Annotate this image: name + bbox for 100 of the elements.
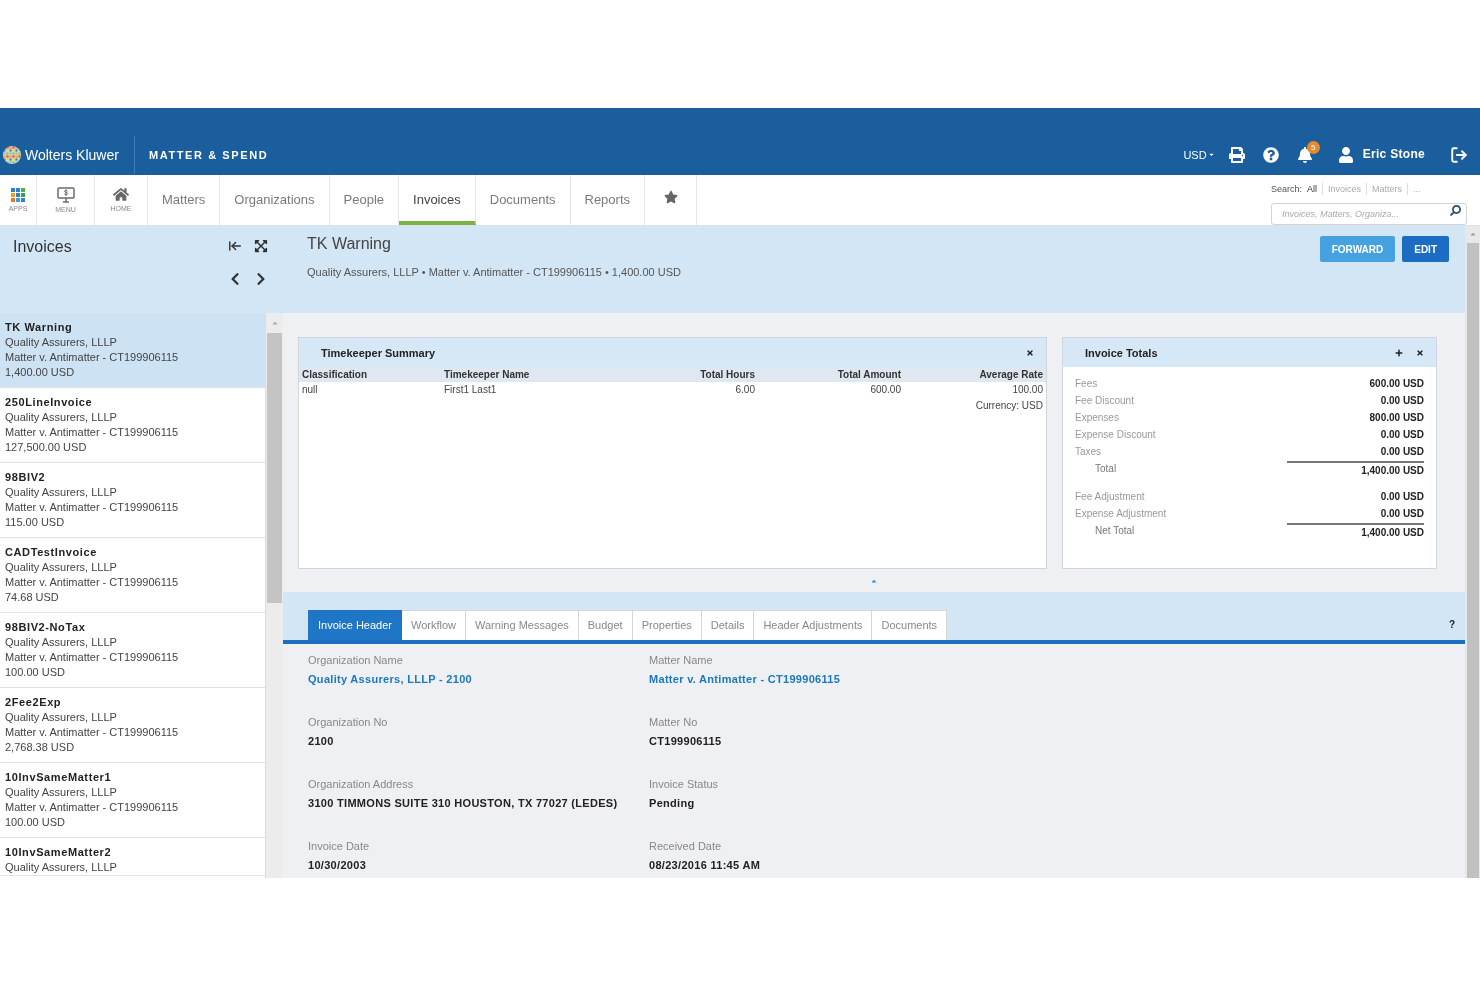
field-value: CT199906115 (649, 734, 722, 748)
total-value: 0.00 USD (1380, 394, 1424, 407)
field-label: Invoice Date (308, 839, 370, 853)
action-button[interactable]: FORWARD (1319, 236, 1396, 262)
invoice-name: CADTestInvoice (5, 545, 97, 560)
table-cell: null (302, 383, 318, 396)
search-icon[interactable] (1450, 205, 1461, 216)
organization-name: Quality Assurers, LLLP (5, 860, 117, 875)
organization-name: Quality Assurers, LLLP (5, 560, 117, 575)
matter-name: Matter v. Antimatter - CT199906115 (5, 425, 179, 440)
user-icon[interactable] (1337, 146, 1354, 163)
matter-name: Matter v. Antimatter - CT199906115 (5, 350, 179, 365)
star-icon (663, 190, 678, 204)
currency-dropdown[interactable]: USD (1183, 147, 1215, 162)
invoice-name: 98BIV2 (5, 470, 46, 485)
field-link[interactable]: Quality Assurers, LLLP - 2100 (308, 672, 472, 686)
total-label: Fee Adjustment (1075, 490, 1145, 503)
column-header: Classification (302, 368, 368, 381)
detail-tab[interactable]: Workflow (402, 610, 467, 640)
organization-name: Quality Assurers, LLLP (5, 710, 117, 725)
action-button[interactable]: EDIT (1402, 236, 1449, 262)
detail-tab[interactable]: Header Adjustments (754, 610, 873, 640)
scrollbar[interactable] (265, 313, 283, 878)
organization-name: Quality Assurers, LLLP (5, 335, 117, 350)
scrollbar[interactable] (1465, 226, 1480, 878)
total-label: Fee Discount (1075, 394, 1134, 407)
help-icon[interactable] (1262, 146, 1279, 163)
column-header: Timekeeper Name (444, 368, 530, 381)
field-link[interactable]: Matter v. Antimatter - CT199906115 (649, 672, 841, 686)
matter-name: Matter v. Antimatter - CT199906115 (5, 650, 179, 665)
next-icon[interactable] (256, 272, 266, 286)
detail-tab[interactable]: Warning Messages (466, 610, 579, 640)
search-scope[interactable]: ... (1407, 183, 1426, 195)
nav-tab[interactable]: Documents (475, 175, 571, 225)
logout-icon[interactable] (1450, 145, 1468, 164)
brand-name: Wolters Kluwer (25, 145, 119, 164)
invoice-name: 2Fee2Exp (5, 695, 62, 710)
panel-title: Timekeeper Summary (321, 345, 436, 360)
search-scope[interactable]: Invoices (1322, 183, 1367, 195)
product-name: MATTER & SPEND (148, 147, 269, 162)
notification-count: 5 (1306, 140, 1320, 154)
detail-tab[interactable]: Documents (872, 610, 948, 640)
total-value: 1,400.00 USD (1287, 522, 1424, 539)
search-scope[interactable]: All (1302, 183, 1323, 195)
nav-tab[interactable]: Matters (148, 175, 221, 225)
expand-icon[interactable] (254, 239, 268, 253)
close-icon[interactable] (1026, 348, 1034, 357)
invoice-name: 98BIV2-NoTax (5, 620, 86, 635)
total-value: 0.00 USD (1380, 445, 1424, 458)
invoice-amount: 100.00 USD (5, 665, 65, 680)
home-icon (113, 187, 129, 202)
detail-tab[interactable]: Details (701, 610, 755, 640)
column-header: Total Hours (700, 368, 755, 381)
detail-tab[interactable]: Budget (578, 610, 633, 640)
bell-icon[interactable] (1296, 146, 1313, 163)
help-link[interactable]: ? (1448, 619, 1455, 631)
nav-tab[interactable]: People (329, 175, 400, 225)
invoice-summary: Quality Assurers, LLLP • Matter v. Antimatter - CT199906115 • 1,400.00 USD (307, 265, 681, 279)
total-label: Expense Adjustment (1075, 507, 1167, 520)
plus-icon[interactable] (1395, 348, 1403, 357)
total-value: 1,400.00 USD (1287, 460, 1424, 477)
search-field[interactable]: Invoices, Matters, Organiza... (1271, 203, 1467, 225)
total-label: Taxes (1075, 445, 1102, 458)
invoice-amount: 2,768.38 USD (5, 740, 75, 755)
search-label: Search: (1271, 183, 1303, 195)
field-value: 10/30/2003 (308, 858, 367, 872)
total-value: 800.00 USD (1369, 411, 1424, 424)
scrollbar-thumb[interactable] (1466, 243, 1479, 878)
organization-name: Quality Assurers, LLLP (5, 485, 117, 500)
invoice-name: 10InvSameMatter2 (5, 845, 112, 860)
invoice-name: TK Warning (5, 320, 73, 335)
close-icon[interactable] (1416, 348, 1424, 357)
field-value: 3100 TIMMONS SUITE 310 HOUSTON, TX 77027 (LEDES) (308, 796, 618, 810)
search-scope[interactable]: Matters (1366, 183, 1408, 195)
table-cell: 100.00 (1012, 383, 1043, 396)
detail-tab[interactable]: Invoice Header (308, 610, 402, 640)
field-label: Matter Name (649, 653, 713, 667)
total-label: Total (1095, 462, 1117, 475)
total-value: 0.00 USD (1380, 428, 1424, 441)
currency-note: Currency: USD (975, 399, 1043, 412)
sidebar-title: Invoices (13, 237, 72, 257)
user-name[interactable]: Eric Stone (1362, 147, 1425, 162)
invoice-amount: 115.00 USD (5, 515, 65, 530)
total-value: 0.00 USD (1380, 490, 1424, 503)
column-header: Average Rate (979, 368, 1043, 381)
print-icon[interactable] (1227, 146, 1246, 163)
collapse-panel-icon[interactable] (228, 239, 242, 253)
matter-name: Matter v. Antimatter - CT199906115 (5, 725, 179, 740)
total-label: Expenses (1075, 411, 1119, 424)
invoice-list-item[interactable]: TK Warning Quality Assurers, LLLP Matter v. Antimatter - CT199906115 1,400.00 USD (0, 313, 265, 388)
scrollbar-thumb[interactable] (267, 333, 282, 603)
previous-icon[interactable] (230, 272, 240, 286)
field-label: Organization Address (308, 777, 414, 791)
total-value: 600.00 USD (1369, 377, 1424, 390)
nav-tab[interactable]: Organizations (220, 175, 330, 225)
table-cell: 600.00 (870, 383, 901, 396)
matter-name: Matter v. Antimatter - CT199906115 (5, 800, 179, 815)
nav-tab[interactable]: Reports (570, 175, 646, 225)
field-label: Matter No (649, 715, 698, 729)
detail-tab[interactable]: Properties (632, 610, 702, 640)
